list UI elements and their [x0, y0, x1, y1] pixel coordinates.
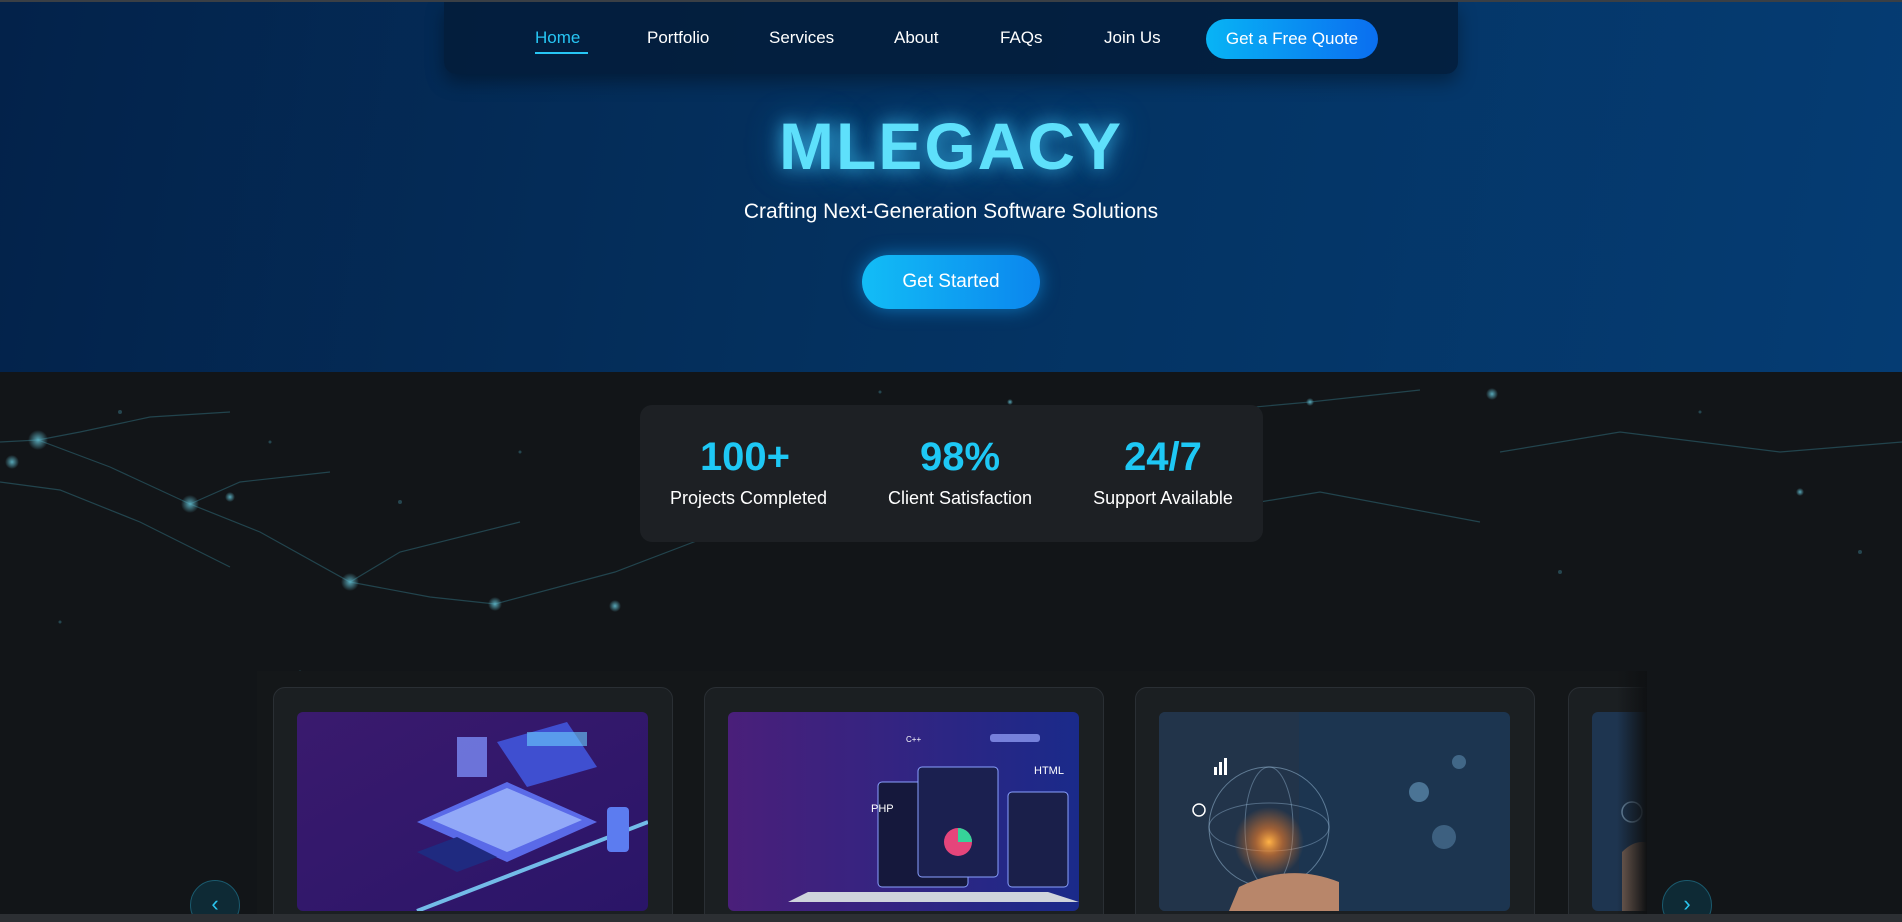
card-image-code-devices: PHP HTML C++: [728, 712, 1079, 911]
nav-link-faqs[interactable]: FAQs: [1000, 28, 1043, 48]
stat-value: 24/7: [1124, 435, 1202, 479]
stat-support: 24/7 Support Available: [1088, 435, 1238, 509]
label-html: HTML: [1034, 765, 1064, 777]
carousel-edge-fade: [1617, 671, 1647, 922]
card-image-business-globe: [1159, 712, 1510, 911]
carousel-card[interactable]: PHP HTML C++: [704, 687, 1104, 922]
stat-label: Client Satisfaction: [887, 488, 1033, 508]
carousel-card[interactable]: [1135, 687, 1535, 922]
hero-subtitle: Crafting Next-Generation Software Soluti…: [743, 200, 1159, 223]
get-started-button[interactable]: Get Started: [862, 255, 1040, 309]
stat-satisfaction: 98% Client Satisfaction: [885, 435, 1035, 509]
active-nav-underline: [535, 52, 588, 54]
free-quote-button[interactable]: Get a Free Quote: [1206, 19, 1378, 59]
stat-value: 98%: [919, 435, 1001, 479]
nav-link-services[interactable]: Services: [769, 28, 834, 48]
label-cpp: C++: [906, 735, 921, 744]
nav-link-join-us[interactable]: Join Us: [1104, 28, 1161, 48]
stats-panel: 100+ Projects Completed 98% Client Satis…: [640, 405, 1263, 542]
main-navigation: Home Portfolio Services About FAQs Join …: [444, 2, 1458, 74]
nav-link-about[interactable]: About: [894, 28, 938, 48]
label-php: PHP: [871, 803, 894, 815]
nav-link-portfolio[interactable]: Portfolio: [647, 28, 709, 48]
stat-label: Support Available: [1093, 488, 1233, 508]
hero-title: MLEGACY: [779, 109, 1123, 183]
stat-value: 100+: [699, 435, 791, 479]
stat-projects: 100+ Projects Completed: [670, 435, 828, 509]
hero-section: Home Portfolio Services About FAQs Join …: [0, 2, 1902, 372]
portfolio-carousel: PHP HTML C++: [257, 671, 1647, 922]
window-bottom-bar: [0, 914, 1902, 922]
carousel-card[interactable]: [273, 687, 673, 922]
stat-label: Projects Completed: [670, 488, 828, 508]
card-image-laptop-dashboard: [297, 712, 648, 911]
nav-link-home[interactable]: Home: [535, 28, 580, 48]
